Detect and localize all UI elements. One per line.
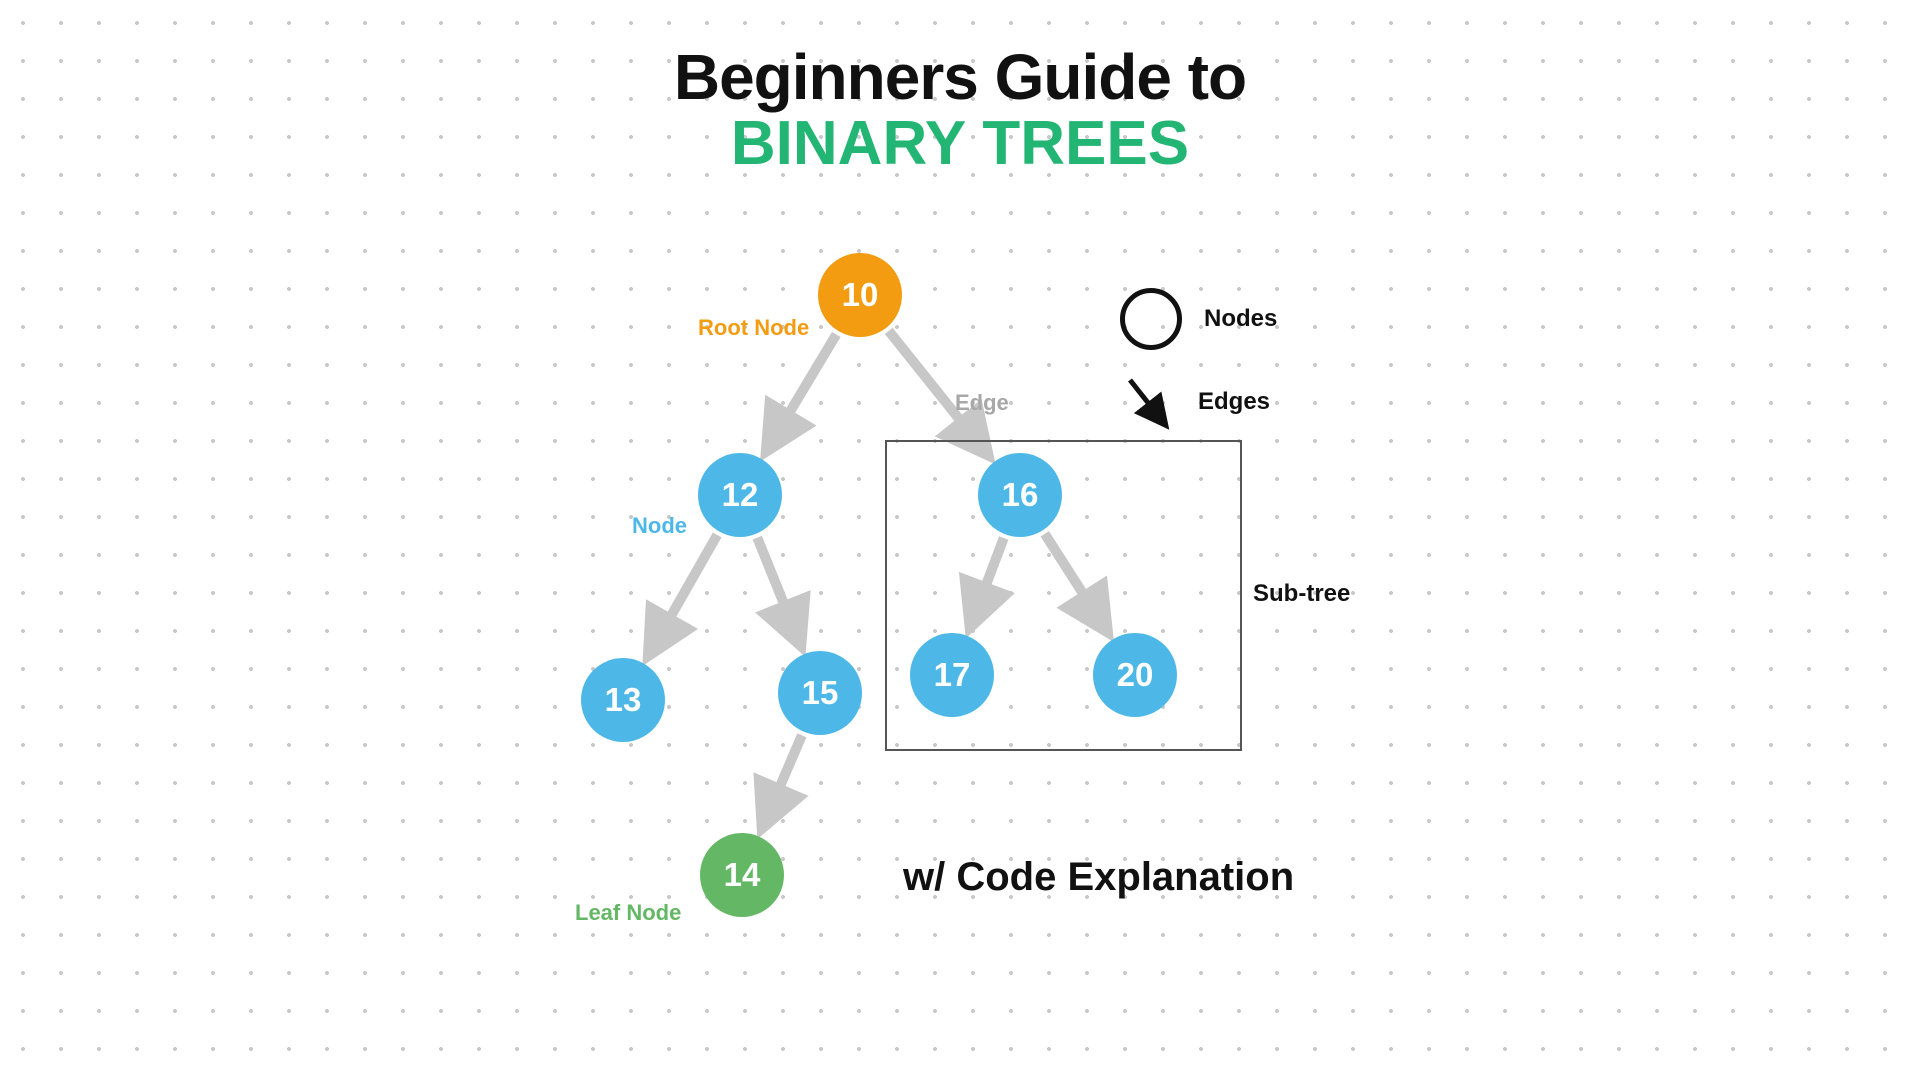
label-edge: Edge [955, 390, 1009, 416]
tree-node-16: 16 [978, 453, 1062, 537]
label-leaf-node: Leaf Node [575, 900, 681, 926]
tree-node-12: 12 [698, 453, 782, 537]
edge-15-14 [763, 735, 802, 825]
label-sub-tree: Sub-tree [1253, 580, 1350, 608]
label-root-node: Root Node [698, 315, 809, 341]
tree-node-20: 20 [1093, 633, 1177, 717]
edge-12-13 [650, 535, 717, 653]
tree-stage: 1012161315172014 Root Node Node Edge Lea… [560, 275, 1380, 1015]
diagram-canvas: Beginners Guide to BINARY TREES Nodes Ed… [0, 0, 1920, 1080]
label-node: Node [632, 513, 687, 539]
tree-node-10: 10 [818, 253, 902, 337]
title-line-2: BINARY TREES [0, 108, 1920, 179]
title-block: Beginners Guide to BINARY TREES [0, 40, 1920, 179]
tree-node-15: 15 [778, 651, 862, 735]
tree-node-17: 17 [910, 633, 994, 717]
subtitle: w/ Code Explanation [903, 855, 1294, 900]
edge-10-12 [768, 334, 837, 448]
edge-12-15 [757, 538, 800, 643]
title-line-1: Beginners Guide to [0, 40, 1920, 114]
tree-node-14: 14 [700, 833, 784, 917]
tree-node-13: 13 [581, 658, 665, 742]
